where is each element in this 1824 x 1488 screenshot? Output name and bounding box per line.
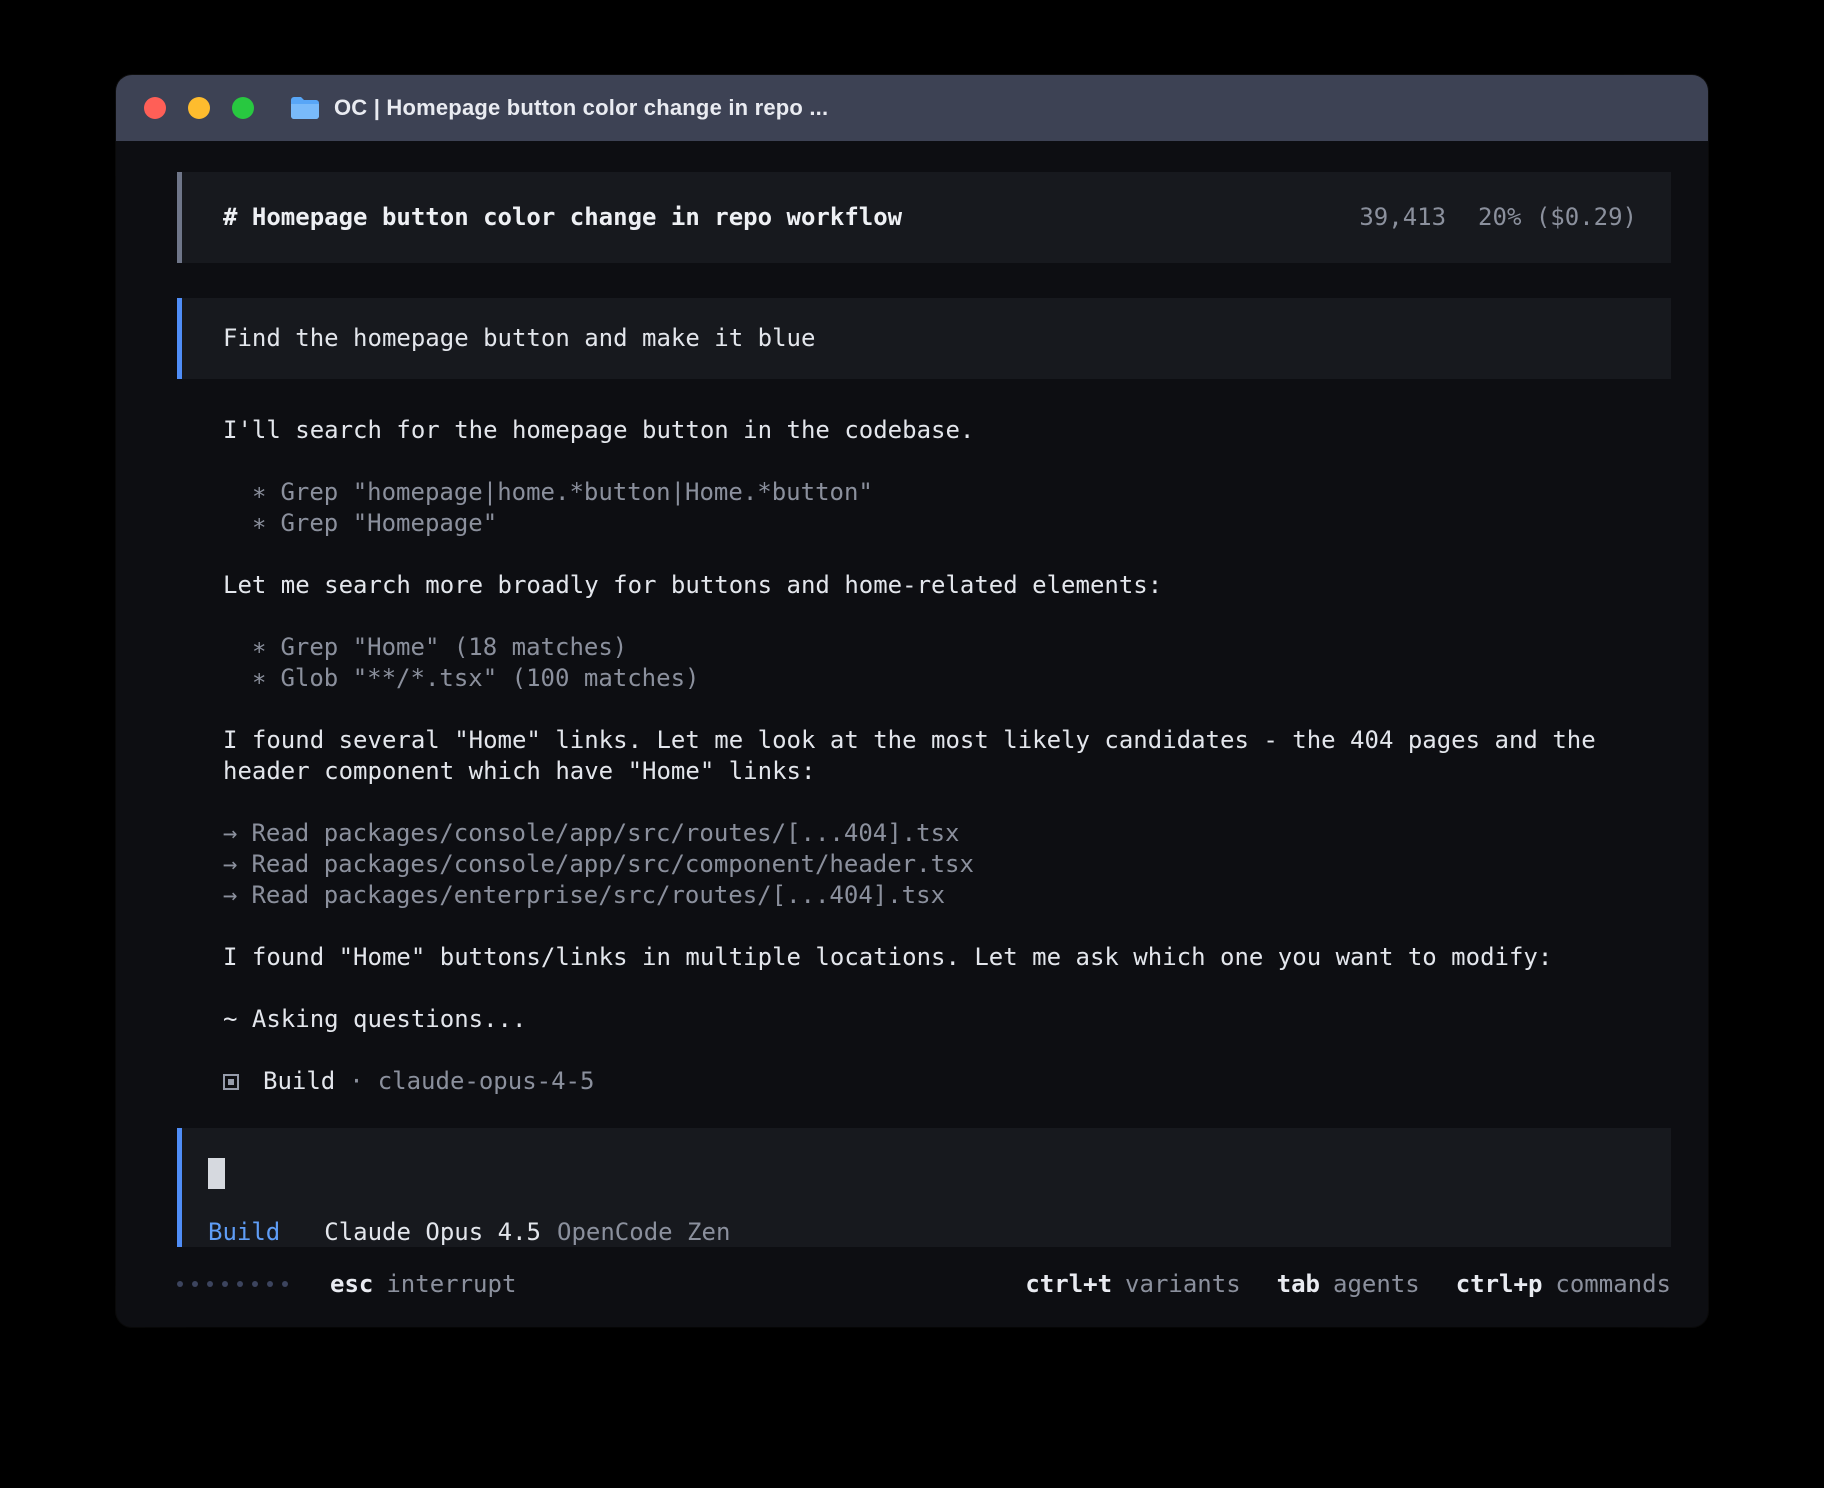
interrupt-progress-dots bbox=[177, 1281, 288, 1287]
titlebar: OC | Homepage button color change in rep… bbox=[116, 75, 1708, 141]
prompt-input[interactable]: Build Claude Opus 4.5 OpenCode Zen bbox=[177, 1128, 1671, 1247]
minimize-button[interactable] bbox=[188, 97, 210, 119]
tool-call-read: →Read packages/enterprise/src/routes/[..… bbox=[223, 880, 1671, 911]
context-usage: 20% ($0.29) bbox=[1478, 202, 1637, 233]
tool-call-group: →Read packages/console/app/src/routes/[.… bbox=[223, 818, 1671, 911]
zoom-button[interactable] bbox=[232, 97, 254, 119]
assistant-text: I'll search for the homepage button in t… bbox=[223, 415, 1671, 446]
tool-call-grep: ∗Grep "Homepage" bbox=[252, 508, 1671, 539]
session-stats: 39,413 20% ($0.29) bbox=[1359, 202, 1637, 233]
tool-call-group: ∗Grep "Home" (18 matches) ∗Glob "**/*.ts… bbox=[252, 632, 1671, 694]
tool-call-read: →Read packages/console/app/src/routes/[.… bbox=[223, 818, 1671, 849]
tool-call-grep: ∗Grep "Home" (18 matches) bbox=[252, 632, 1671, 663]
session-header: # Homepage button color change in repo w… bbox=[177, 172, 1671, 263]
assistant-text: I found "Home" buttons/links in multiple… bbox=[223, 942, 1671, 973]
text-cursor bbox=[208, 1158, 225, 1189]
shortcut-interrupt: esc interrupt bbox=[330, 1270, 516, 1298]
tool-bullet-icon: ∗ bbox=[252, 508, 266, 539]
user-message: Find the homepage button and make it blu… bbox=[177, 298, 1671, 379]
tool-bullet-icon: ∗ bbox=[252, 477, 266, 508]
window-title: OC | Homepage button color change in rep… bbox=[334, 95, 828, 121]
close-button[interactable] bbox=[144, 97, 166, 119]
transcript: I'll search for the homepage button in t… bbox=[223, 415, 1671, 1066]
statusbar: esc interrupt ctrl+t variants tab agents… bbox=[116, 1247, 1708, 1327]
tool-call-glob: ∗Glob "**/*.tsx" (100 matches) bbox=[252, 663, 1671, 694]
traffic-lights bbox=[144, 97, 254, 119]
tool-call-read: →Read packages/console/app/src/component… bbox=[223, 849, 1671, 880]
tool-call-grep: ∗Grep "homepage|home.*button|Home.*butto… bbox=[252, 477, 1671, 508]
input-provider: OpenCode Zen bbox=[557, 1217, 730, 1247]
shortcut-agents: tab agents bbox=[1277, 1270, 1420, 1298]
assistant-text: I found several "Home" links. Let me loo… bbox=[223, 725, 1671, 787]
folder-icon bbox=[290, 96, 320, 120]
arrow-icon: → bbox=[223, 818, 237, 849]
shortcut-commands: ctrl+p commands bbox=[1456, 1270, 1671, 1298]
user-message-text: Find the homepage button and make it blu… bbox=[223, 323, 815, 354]
shortcut-variants: ctrl+t variants bbox=[1025, 1270, 1240, 1298]
agent-square-icon bbox=[223, 1074, 239, 1090]
statusbar-shortcuts: ctrl+t variants tab agents ctrl+p comman… bbox=[1025, 1270, 1671, 1298]
tool-bullet-icon: ∗ bbox=[252, 632, 266, 663]
input-mode[interactable]: Build bbox=[208, 1217, 280, 1247]
token-count: 39,413 bbox=[1359, 202, 1446, 233]
arrow-icon: → bbox=[223, 849, 237, 880]
session-title: # Homepage button color change in repo w… bbox=[223, 202, 902, 233]
input-model[interactable]: Claude Opus 4.5 bbox=[324, 1217, 541, 1247]
esc-key: esc bbox=[330, 1270, 373, 1298]
agent-model: claude-opus-4-5 bbox=[378, 1066, 595, 1097]
working-status: ~ Asking questions... bbox=[223, 1004, 1671, 1035]
terminal-window: OC | Homepage button color change in rep… bbox=[116, 75, 1708, 1327]
assistant-text: Let me search more broadly for buttons a… bbox=[223, 570, 1671, 601]
input-model-line: Build Claude Opus 4.5 OpenCode Zen bbox=[208, 1217, 1641, 1247]
tool-call-group: ∗Grep "homepage|home.*button|Home.*butto… bbox=[252, 477, 1671, 539]
tool-bullet-icon: ∗ bbox=[252, 663, 266, 694]
arrow-icon: → bbox=[223, 880, 237, 911]
agent-separator: · bbox=[349, 1066, 363, 1097]
esc-label: interrupt bbox=[386, 1270, 516, 1298]
agent-status-line: Build · claude-opus-4-5 bbox=[223, 1066, 1671, 1097]
agent-name: Build bbox=[263, 1066, 335, 1097]
session-content: # Homepage button color change in repo w… bbox=[116, 141, 1708, 1247]
